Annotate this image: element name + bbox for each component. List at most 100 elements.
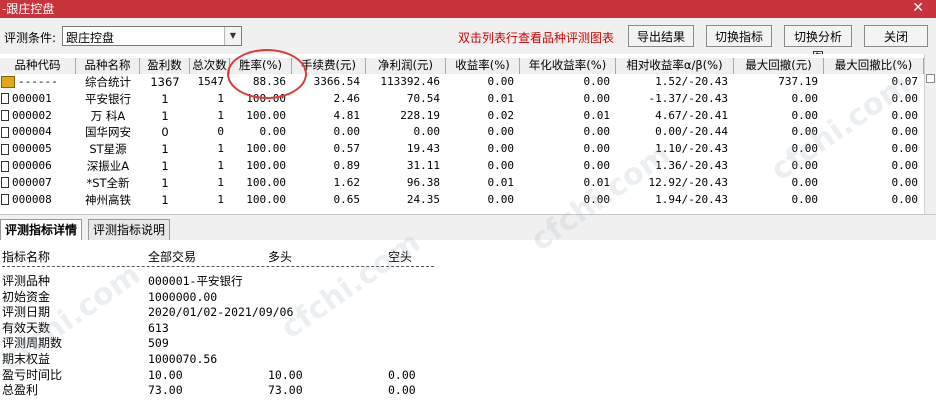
net-profit-cell: 31.11 [406,159,440,172]
switch-indicator-button[interactable]: 切换指标 [706,25,772,47]
stock-code: 000005 [12,142,52,156]
max-dd-cell: 0.00 [791,159,819,172]
table-row[interactable]: 000001 平安银行 1 1 100.00 2.46 70.54 0.01 0.00 -1.37… [0,91,924,107]
stock-code: 000004 [12,125,52,139]
relative-cell: 0.00/-20.44 [655,125,728,139]
win-rate-cell: 100.00 [246,91,286,105]
chevron-down-icon[interactable]: ▼ [224,27,241,45]
win-rate-cell: 100.00 [246,159,286,172]
max-dd-cell: 737.19 [778,75,818,88]
fee-cell: 0.89 [333,159,361,172]
column-header[interactable]: 盈利数 [140,58,190,74]
stock-code-cell: 000006 [0,158,76,174]
metric-long-value: 10.00 [268,367,303,382]
fee-cell: 0.00 [333,125,361,139]
annual-cell: 0.01 [583,175,611,189]
annual-cell: 0.00 [583,159,611,172]
max-dd-ratio-cell: 0.00 [891,125,919,139]
max-dd-ratio-cell: 0.00 [891,108,919,122]
column-header[interactable]: 总次数 [190,58,230,74]
switch-analysis-button[interactable]: 切换分析图 [784,25,852,64]
net-profit-cell: 96.38 [406,175,440,189]
table-row[interactable]: 000006 深振业A 1 1 100.00 0.89 31.11 0.00 0.00 1.36/… [0,158,924,174]
close-button[interactable]: 关闭 [864,25,928,47]
metric-all-value: 000001-平安银行 [148,274,243,288]
max-dd-ratio-cell: 0.00 [891,91,919,105]
total-cell: 1 [217,142,224,156]
vertical-scrollbar[interactable] [924,54,936,214]
return-cell: 0.00 [487,75,515,88]
net-profit-cell: 228.19 [400,108,440,122]
column-header[interactable]: 胜率(%) [230,58,292,74]
return-cell: 0.02 [487,108,515,122]
relative-cell: 1.52/-20.43 [655,75,728,88]
metric-label: 有效天数 [2,320,51,335]
column-header[interactable]: 最大回撤(元) [734,58,824,74]
column-header[interactable]: 净利润(元) [366,58,446,74]
stock-code: 000008 [12,192,52,206]
table-row[interactable]: ------ 综合统计 1367 1547 88.36 3366.54 113392.46 0… [0,74,924,90]
win-rate-cell: 100.00 [246,175,286,189]
table-row[interactable]: 000004 国华网安 0 0 0.00 0.00 0.00 0.00 0.00 0.00/-20… [0,124,924,140]
tab-indicator-details[interactable]: 评测指标详情 [0,219,83,241]
table-row[interactable]: 000002 万 科A 1 1 100.00 4.81 228.19 0.02 0.01 4.67… [0,108,924,124]
scrollbar-thumb[interactable] [926,74,935,83]
metric-all-value: 10.00 [148,367,183,382]
name-cell: 神州高铁 [85,192,131,207]
annual-cell: 0.00 [583,75,611,88]
column-header[interactable]: 最大回撤比(%) [824,58,924,74]
relative-cell: -1.37/-20.43 [648,91,728,105]
column-header[interactable]: 品种代码 [0,58,76,74]
total-cell: 1 [217,175,224,189]
profit-count-cell: 1 [161,175,169,190]
win-rate-cell: 100.00 [246,108,286,122]
export-button[interactable]: 导出结果 [628,25,694,47]
metric-all-value: 73.00 [148,383,183,398]
metric-short-value: 0.00 [388,367,416,382]
divider [2,266,434,267]
document-icon [1,143,9,155]
annual-cell: 0.01 [583,108,611,122]
detail-header-short: 空头 [388,250,413,264]
stock-code-cell: 000007 [0,175,76,191]
metric-label: 期末权益 [2,352,51,366]
total-cell: 1 [217,192,224,206]
document-icon [1,93,9,105]
document-icon [1,160,9,172]
window-close-icon[interactable]: ✕ [912,0,924,17]
condition-select[interactable]: 跟庄控盘 ▼ [62,26,242,46]
max-dd-ratio-cell: 0.07 [891,75,919,88]
metric-all-value: 509 [148,336,169,351]
name-cell: 平安银行 [85,91,131,106]
table-row[interactable]: 000005 ST星源 1 1 100.00 0.57 19.43 0.00 0.00 1.10/… [0,141,924,157]
table-row[interactable]: 000007 *ST全新 1 1 100.00 1.62 96.38 0.01 0.01 12.9… [0,175,924,191]
metric-all-value: 1000000.00 [148,289,218,304]
name-cell: 综合统计 [85,75,131,89]
return-cell: 0.00 [487,192,515,206]
fee-cell: 1.62 [333,175,361,189]
max-dd-cell: 0.00 [791,142,819,156]
return-cell: 0.01 [487,175,515,189]
relative-cell: 1.36/-20.43 [655,159,728,172]
win-rate-cell: 88.36 [252,75,286,88]
condition-value: 跟庄控盘 [66,31,115,45]
stock-code-cell: 000001 [0,91,76,107]
tab-indicator-help[interactable]: 评测指标说明 [88,219,171,240]
stock-code-cell: 000008 [0,192,76,208]
total-cell: 0 [217,125,224,139]
max-dd-cell: 0.00 [791,108,819,122]
column-header[interactable]: 相对收益率α/β(%) [616,58,734,74]
column-header[interactable]: 品种名称 [76,58,140,74]
column-header[interactable]: 手续费(元) [292,58,366,74]
metric-short-value: 0.00 [388,383,416,398]
win-rate-cell: 0.00 [259,125,287,139]
tab-bar: 评测指标详情 评测指标说明 [0,214,936,241]
column-header[interactable]: 收益率(%) [446,58,520,74]
annual-cell: 0.00 [583,91,611,105]
table-row[interactable]: 000008 神州高铁 1 1 100.00 0.65 24.35 0.00 0.00 1.94/… [0,192,924,208]
results-table: 品种代码 品种名称 盈利数 总次数 胜率(%) 手续费(元) 净利润(元) 收益率(%) 年化收… [0,54,936,214]
max-dd-ratio-cell: 0.00 [891,192,919,206]
column-header[interactable]: 年化收益率(%) [520,58,616,74]
profit-count-cell: 1 [161,108,169,123]
stock-code-cell: 000005 [0,141,76,157]
